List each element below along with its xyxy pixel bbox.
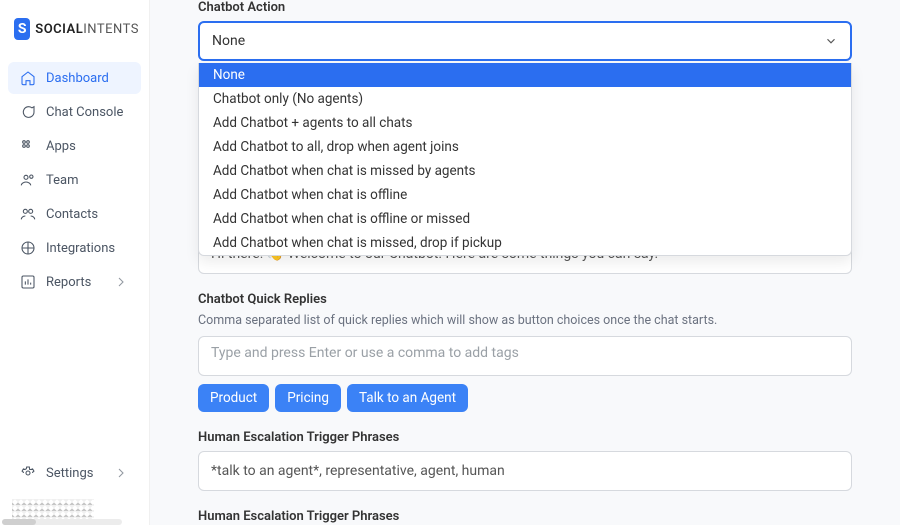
- sidebar-item-label: Integrations: [46, 241, 115, 256]
- dropdown-option[interactable]: Add Chatbot when chat is offline: [199, 183, 851, 207]
- sidebar-item-label: Dashboard: [46, 71, 109, 86]
- brand-logo: S SOCIALINTENTS: [0, 18, 149, 60]
- sidebar-item-chat-console[interactable]: Chat Console: [8, 96, 141, 128]
- escalation-phrases-input[interactable]: *talk to an agent*, representative, agen…: [198, 451, 852, 491]
- sidebar-item-label: Chat Console: [46, 105, 123, 120]
- dropdown-option[interactable]: None: [199, 63, 851, 87]
- dropdown-option[interactable]: Add Chatbot when chat is missed, drop if…: [199, 231, 851, 255]
- dropdown-option[interactable]: Add Chatbot to all, drop when agent join…: [199, 135, 851, 159]
- dropdown-option[interactable]: Chatbot only (No agents): [199, 87, 851, 111]
- sidebar-item-label: Settings: [46, 466, 93, 481]
- chatbot-action-dropdown: None Chatbot only (No agents) Add Chatbo…: [198, 63, 852, 256]
- main-content: Chatbot Action None None Chatbot only (N…: [150, 0, 900, 525]
- quick-reply-tag[interactable]: Product: [198, 384, 269, 412]
- chatbot-action-select-wrap: None None Chatbot only (No agents) Add C…: [198, 21, 852, 61]
- gear-icon: [20, 465, 36, 481]
- chatbot-action-select[interactable]: None: [198, 21, 852, 61]
- sidebar-item-dashboard[interactable]: Dashboard: [8, 62, 141, 94]
- sidebar-item-integrations[interactable]: Integrations: [8, 232, 141, 264]
- sidebar-item-label: Apps: [46, 139, 76, 154]
- escalation-phrases-label: Human Escalation Trigger Phrases: [198, 430, 852, 445]
- contacts-icon: [20, 206, 36, 222]
- horizontal-scrollbar[interactable]: [2, 519, 122, 525]
- chat-icon: [20, 104, 36, 120]
- sidebar-item-reports[interactable]: Reports: [8, 266, 141, 298]
- escalation-response-label: Human Escalation Trigger Phrases: [198, 509, 852, 524]
- escalation-phrases-value: *talk to an agent*, representative, agen…: [211, 463, 505, 479]
- chevron-down-icon: [824, 34, 838, 48]
- sidebar-item-apps[interactable]: Apps: [8, 130, 141, 162]
- dropdown-option[interactable]: Add Chatbot when chat is offline or miss…: [199, 207, 851, 231]
- apps-icon: [20, 138, 36, 154]
- brand-logo-mark: S: [14, 18, 30, 40]
- integrations-icon: [20, 240, 36, 256]
- home-icon: [20, 70, 36, 86]
- team-icon: [20, 172, 36, 188]
- chatbot-action-label: Chatbot Action: [198, 0, 852, 15]
- sidebar-item-team[interactable]: Team: [8, 164, 141, 196]
- dropdown-option[interactable]: Add Chatbot + agents to all chats: [199, 111, 851, 135]
- sidebar-item-label: Team: [46, 173, 79, 188]
- chevron-right-icon: [113, 274, 129, 290]
- chatbot-action-value: None: [212, 33, 245, 49]
- quick-reply-tag[interactable]: Pricing: [275, 384, 341, 412]
- reports-icon: [20, 274, 36, 290]
- chevron-right-icon: [113, 465, 129, 481]
- redacted-region: [12, 499, 94, 519]
- sidebar-nav: Dashboard Chat Console Apps Team Contact…: [0, 62, 149, 298]
- quick-replies-input[interactable]: Type and press Enter or use a comma to a…: [198, 336, 852, 376]
- quick-replies-help: Comma separated list of quick replies wh…: [198, 313, 852, 328]
- quick-reply-tags: Product Pricing Talk to an Agent: [198, 384, 852, 412]
- sidebar: S SOCIALINTENTS Dashboard Chat Console A…: [0, 0, 150, 525]
- brand-logo-text: SOCIALINTENTS: [35, 22, 139, 37]
- quick-reply-tag[interactable]: Talk to an Agent: [347, 384, 468, 412]
- sidebar-item-contacts[interactable]: Contacts: [8, 198, 141, 230]
- quick-replies-label: Chatbot Quick Replies: [198, 292, 852, 307]
- sidebar-item-label: Reports: [46, 275, 91, 290]
- sidebar-item-settings[interactable]: Settings: [8, 457, 141, 489]
- quick-replies-placeholder: Type and press Enter or use a comma to a…: [211, 345, 519, 361]
- sidebar-item-label: Contacts: [46, 207, 98, 222]
- dropdown-option[interactable]: Add Chatbot when chat is missed by agent…: [199, 159, 851, 183]
